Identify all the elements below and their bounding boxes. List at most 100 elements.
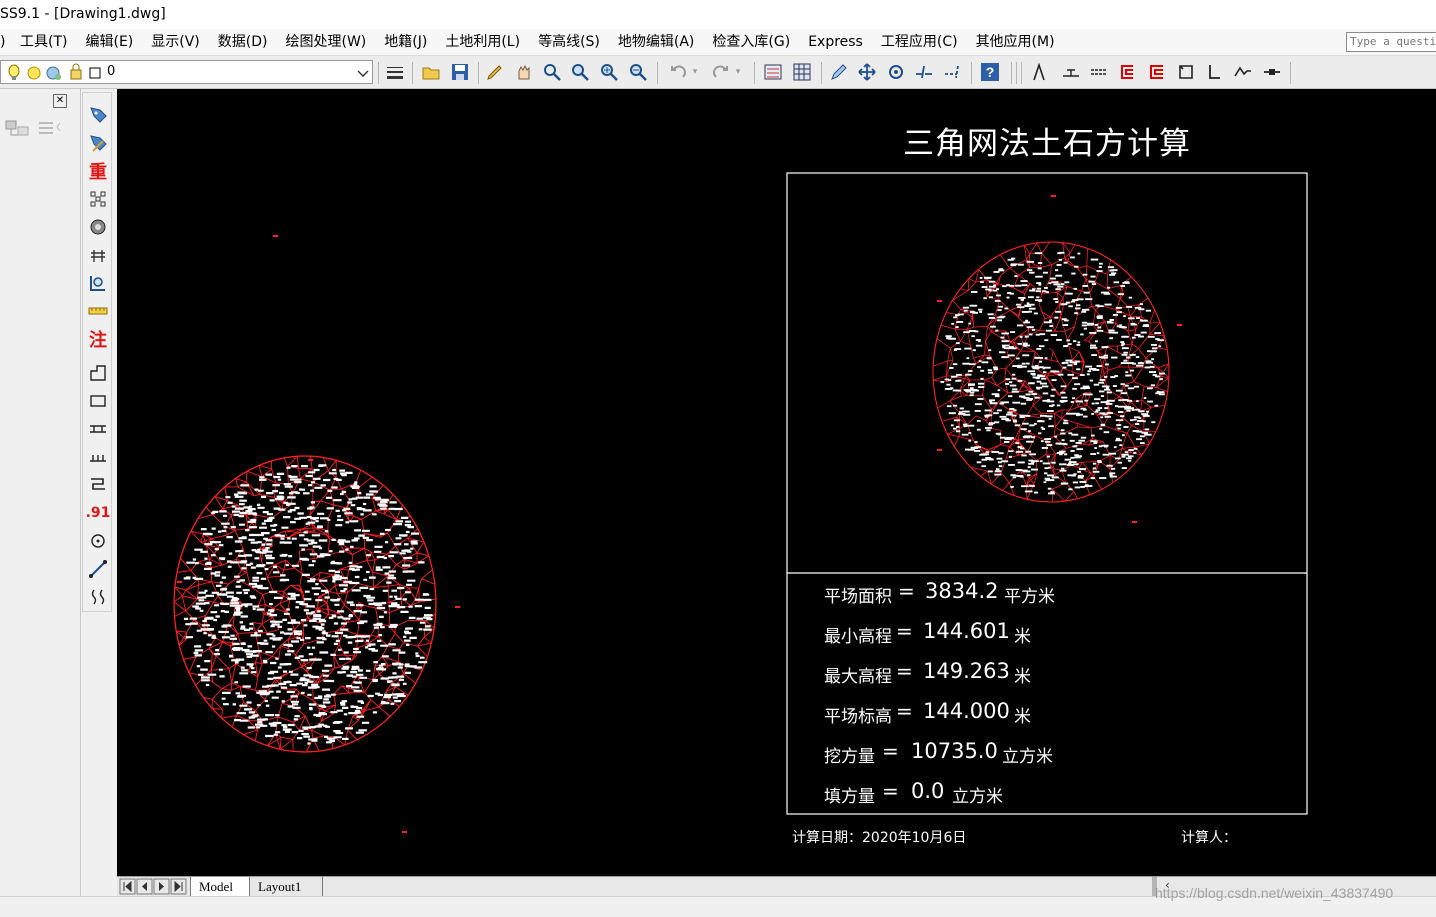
menu-item-express[interactable]: Express [808,32,863,52]
drawing-title: 三角网法土石方计算 [903,126,1191,162]
control-point-icon[interactable] [86,529,110,553]
properties-icon[interactable] [762,61,784,83]
result-eq: = [882,779,899,803]
menu-item-data[interactable]: 数据(D) [218,32,268,52]
menu-item-feature-edit[interactable]: 地物编辑(A) [618,32,695,52]
menu-bar: ) 工具(T) 编辑(E) 显示(V) 数据(D) 绘图处理(W) 地籍(J) … [0,29,1436,56]
vt-label-elevation[interactable]: .91 [86,501,111,525]
tab-model[interactable]: Model [190,877,250,896]
vt-label-zhong[interactable]: 重 [86,159,110,183]
zoom-realtime-icon[interactable] [541,61,563,83]
list-view-icon[interactable] [36,117,66,145]
trim-icon[interactable] [913,61,935,83]
line-tool-icon[interactable] [86,557,110,581]
vegetation-icon[interactable] [86,473,110,497]
menu-item-drawing[interactable]: 绘图处理(W) [286,32,367,52]
rectangle-tool-icon[interactable] [1175,61,1197,83]
extend-icon[interactable] [942,61,964,83]
curve-tool-icon[interactable] [86,585,110,609]
sun-icon [27,66,41,80]
pipeline-icon[interactable] [86,445,110,469]
vt-label-zhu[interactable]: 注 [86,327,110,351]
polyline-icon[interactable] [1030,61,1052,83]
result-eq: = [898,579,915,603]
menu-item-cadastre[interactable]: 地籍(J) [384,32,427,52]
zoom-map-icon[interactable] [86,271,110,295]
fence-icon[interactable] [86,243,110,267]
result-label: 最小高程 [824,627,892,647]
ruler-icon[interactable] [86,299,110,323]
menu-item-view[interactable]: 显示(V) [151,32,200,52]
tab-model-label: Model [199,879,233,894]
menu-item-land-use[interactable]: 土地利用(L) [445,32,520,52]
bracket-red-icon[interactable] [1117,61,1139,83]
undo-dropdown-icon[interactable]: ▾ [690,61,700,83]
stray-point-marker [1132,521,1137,523]
layer-combo[interactable]: 0 [0,60,373,84]
tab-last-icon [170,878,187,895]
menu-item-contour[interactable]: 等高线(S) [538,32,600,52]
result-unit: 米 [1014,667,1031,687]
edit-pencil-icon[interactable] [828,61,850,83]
spot-height-icon[interactable] [1060,61,1082,83]
arrow-line-icon[interactable] [1261,61,1283,83]
result-eq: = [896,619,913,643]
open-folder-icon[interactable] [420,61,442,83]
undo-icon[interactable] [667,61,689,83]
stray-point-marker [177,581,182,583]
menu-item-left-partial[interactable]: ) [0,32,5,52]
redo-dropdown-icon[interactable]: ▾ [733,61,743,83]
result-label: 平场面积 [824,587,892,607]
standard-toolbar: 0 ▾ ▾ ? [0,56,1436,89]
close-icon[interactable]: ✕ [53,94,67,108]
zoom-in-icon[interactable] [598,61,620,83]
lineweight-icon[interactable] [384,61,406,83]
design-center-icon[interactable] [791,61,813,83]
pencil-icon[interactable] [484,61,506,83]
points-grid-icon[interactable] [86,187,110,211]
tag-edit-icon[interactable] [86,131,110,155]
result-label: 最大高程 [824,667,892,687]
menu-item-engineering[interactable]: 工程应用(C) [881,32,958,52]
zoom-window-icon[interactable] [569,61,591,83]
pan-hand-icon[interactable] [513,61,535,83]
menu-item-other[interactable]: 其他应用(M) [976,32,1055,52]
menu-item-tools[interactable]: 工具(T) [20,32,67,52]
road-icon[interactable] [86,417,110,441]
help-search-input[interactable]: Type a question [1346,32,1436,52]
result-eq: = [896,659,913,683]
result-value: 3834.2 [925,579,999,603]
tab-layout1[interactable]: Layout1 [250,877,323,896]
result-unit: 立方米 [1002,747,1053,767]
cass-vertical-toolbar: 重 注 .91 [82,92,112,612]
step-line-icon[interactable] [1204,61,1226,83]
dashed-line-icon[interactable] [1088,61,1110,83]
left-palette-panel: ✕ [0,89,81,916]
menu-item-edit[interactable]: 编辑(E) [85,32,133,52]
result-value: 144.601 [923,619,1010,643]
building-icon[interactable] [86,361,110,385]
tree-view-icon[interactable] [4,117,30,145]
rotate-icon[interactable] [885,61,907,83]
result-unit: 平方米 [1004,587,1055,607]
calc-date-label: 计算日期： [792,830,862,846]
wave-line-icon[interactable] [1232,61,1254,83]
result-value: 144.000 [923,699,1010,723]
menu-item-check-import[interactable]: 检查入库(G) [712,32,790,52]
result-value: 10735.0 [911,739,998,763]
calc-person-label: 计算人： [1181,830,1237,846]
result-value: 149.263 [923,659,1010,683]
result-unit: 米 [1014,627,1031,647]
redo-icon[interactable] [710,61,732,83]
move-icon[interactable] [856,61,878,83]
rectangle-icon[interactable] [86,389,110,413]
zoom-previous-icon[interactable] [627,61,649,83]
tag-icon[interactable] [86,103,110,127]
drawing-canvas[interactable]: 三角网法土石方计算 平场面积 = 3834.2 平方米 最小高程 = 144.6… [117,89,1436,876]
save-icon[interactable] [449,61,471,83]
bracket-red-2-icon[interactable] [1146,61,1168,83]
help-icon[interactable]: ? [979,61,1001,83]
survey-camera-icon[interactable] [86,215,110,239]
watermark-text: https://blog.csdn.net/weixin_43837490 [1155,885,1394,901]
lightbulb-icon [8,64,20,80]
